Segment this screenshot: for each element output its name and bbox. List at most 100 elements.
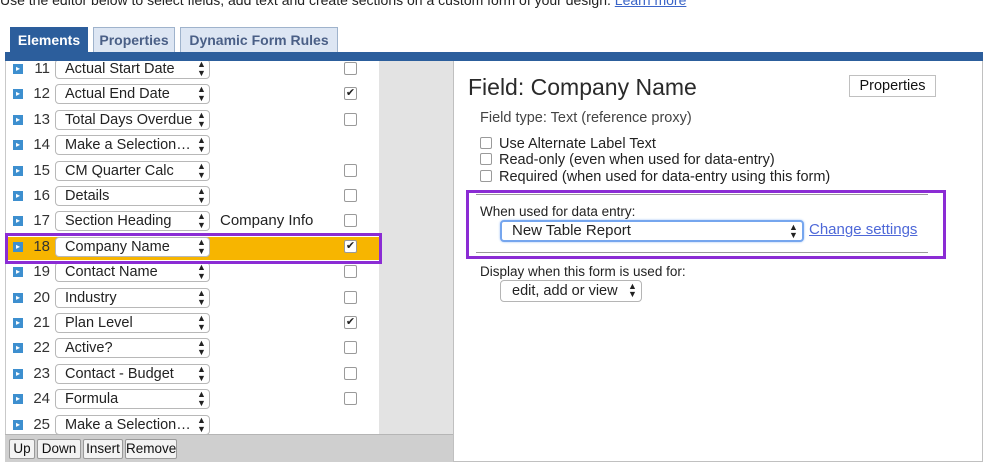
row-checkbox[interactable] <box>344 214 357 228</box>
element-row[interactable]: ▸ 14 Make a Selection… ▲ ▼ <box>6 134 379 159</box>
required-checkbox[interactable] <box>480 170 492 182</box>
display-mode-select[interactable]: edit, add or view ▲ ▼ <box>500 280 642 302</box>
element-row[interactable]: ▸ 22 Active? ▲ ▼ <box>6 337 379 362</box>
field-select[interactable]: Company Name ▲ ▼ <box>55 236 210 257</box>
row-checkbox[interactable] <box>344 163 357 177</box>
option-alternate-label[interactable]: Use Alternate Label Text <box>480 136 656 152</box>
field-select[interactable]: Formula ▲ ▼ <box>55 389 210 410</box>
expand-arrow-icon[interactable]: ▸ <box>13 191 23 201</box>
row-checkbox[interactable] <box>344 290 357 304</box>
expand-arrow-icon[interactable]: ▸ <box>13 241 23 252</box>
row-checkbox[interactable]: ✔ <box>344 87 357 101</box>
select-arrows-icon: ▲ ▼ <box>789 222 798 240</box>
field-select[interactable]: Plan Level ▲ ▼ <box>55 313 210 333</box>
insert-button[interactable]: Insert <box>83 439 123 459</box>
row-checkbox[interactable]: ✔ <box>344 316 357 329</box>
option-read-only[interactable]: Read-only (even when used for data-entry… <box>480 152 775 168</box>
select-arrows-icon: ▲ ▼ <box>197 135 206 155</box>
field-select-value: Formula <box>65 391 119 408</box>
row-number: 25 <box>33 415 50 433</box>
tab-dynamic-form-rules[interactable]: Dynamic Form Rules <box>180 27 338 53</box>
expand-arrow-icon[interactable]: ▸ <box>13 165 23 176</box>
field-select-value: CM Quarter Calc <box>65 162 174 179</box>
field-select[interactable]: Make a Selection… ▲ ▼ <box>55 414 210 434</box>
expand-arrow-icon[interactable]: ▸ <box>13 318 23 328</box>
row-checkbox[interactable] <box>344 392 357 406</box>
element-row[interactable]: ▸ 19 Contact Name ▲ ▼ <box>6 261 379 286</box>
expand-arrow-icon[interactable]: ▸ <box>13 292 23 303</box>
field-select[interactable]: Industry ▲ ▼ <box>55 287 210 308</box>
option-label: Use Alternate Label Text <box>499 136 656 152</box>
field-select-value: Contact - Budget <box>65 365 174 382</box>
properties-button[interactable]: Properties <box>849 75 936 97</box>
expand-arrow-icon[interactable]: ▸ <box>13 140 23 151</box>
list-toolbar: Up Down Insert Remove <box>5 434 453 462</box>
read-only-checkbox[interactable] <box>480 153 492 165</box>
element-row[interactable]: ▸ 20 Industry ▲ ▼ <box>6 287 379 312</box>
expand-arrow-icon[interactable]: ▸ <box>13 216 23 227</box>
option-required[interactable]: Required (when used for data-entry using… <box>480 169 830 185</box>
field-select-value: Details <box>65 188 110 204</box>
element-row[interactable]: ▸ 11 Actual Start Date ▲ ▼ <box>6 61 379 83</box>
expand-arrow-icon[interactable]: ▸ <box>13 267 23 278</box>
expand-arrow-icon[interactable]: ▸ <box>13 343 23 354</box>
expand-arrow-icon[interactable]: ▸ <box>13 368 23 379</box>
row-checkbox[interactable] <box>344 341 357 355</box>
field-select[interactable]: Active? ▲ ▼ <box>55 338 210 359</box>
row-checkbox[interactable] <box>344 112 357 126</box>
select-arrows-icon: ▲ ▼ <box>197 211 206 231</box>
row-checkbox[interactable] <box>344 62 357 75</box>
field-select[interactable]: Contact - Budget ▲ ▼ <box>55 363 210 384</box>
expand-arrow-icon[interactable]: ▸ <box>13 419 23 430</box>
row-checkbox[interactable]: ✔ <box>344 239 357 253</box>
field-select[interactable]: CM Quarter Calc ▲ ▼ <box>55 160 210 181</box>
select-arrows-icon: ▲ ▼ <box>197 186 206 205</box>
element-row[interactable]: ▸ 13 Total Days Overdue ▲ ▼ <box>6 109 379 134</box>
selected-element-row[interactable]: ▸ 18 Company Name ▲ ▼ ✔ <box>6 236 379 261</box>
tab-elements[interactable]: Elements <box>10 27 88 54</box>
select-arrows-icon: ▲ ▼ <box>197 109 206 129</box>
element-row[interactable]: ▸ 24 Formula ▲ ▼ <box>6 388 379 413</box>
up-button[interactable]: Up <box>9 439 35 459</box>
tab-bar-divider <box>5 52 983 61</box>
learn-more-link[interactable]: Learn more <box>615 0 687 8</box>
change-settings-link[interactable]: Change settings <box>809 221 917 239</box>
tab-properties[interactable]: Properties <box>93 27 175 53</box>
row-checkbox[interactable] <box>344 366 357 380</box>
row-checkbox[interactable] <box>344 189 357 202</box>
element-row[interactable]: ▸ 16 Details ▲ ▼ <box>6 185 379 210</box>
field-select[interactable]: Actual End Date ▲ ▼ <box>55 84 210 105</box>
expand-arrow-icon[interactable]: ▸ <box>13 89 23 100</box>
list-empty-area <box>379 61 453 434</box>
field-select-value: Industry <box>65 289 117 306</box>
field-title: Field: Company Name <box>468 74 697 100</box>
field-select-value: Actual End Date <box>65 86 170 103</box>
field-select[interactable]: Section Heading ▲ ▼ <box>55 211 210 232</box>
field-select[interactable]: Make a Selection… ▲ ▼ <box>55 135 210 156</box>
field-select[interactable]: Details ▲ ▼ <box>55 186 210 206</box>
data-entry-report-select[interactable]: New Table Report ▲ ▼ <box>500 220 804 242</box>
row-number: 22 <box>33 339 50 357</box>
row-number: 13 <box>33 110 50 128</box>
row-number: 19 <box>33 263 50 281</box>
row-checkbox[interactable] <box>344 265 357 279</box>
expand-arrow-icon[interactable]: ▸ <box>13 64 23 74</box>
divider <box>476 194 928 195</box>
alternate-label-checkbox[interactable] <box>480 137 492 149</box>
field-select[interactable]: Contact Name ▲ ▼ <box>55 262 210 283</box>
element-row[interactable]: ▸ 17 Section Heading ▲ ▼ Company Info <box>6 210 379 235</box>
element-row[interactable]: ▸ 25 Make a Selection… ▲ ▼ <box>6 414 379 434</box>
expand-arrow-icon[interactable]: ▸ <box>13 394 23 405</box>
element-row[interactable]: ▸ 23 Contact - Budget ▲ ▼ <box>6 363 379 388</box>
element-row[interactable]: ▸ 21 Plan Level ▲ ▼ ✔ <box>6 312 379 337</box>
expand-arrow-icon[interactable]: ▸ <box>13 114 23 125</box>
element-row[interactable]: ▸ 15 CM Quarter Calc ▲ ▼ <box>6 160 379 185</box>
down-button[interactable]: Down <box>37 439 81 459</box>
field-select[interactable]: Total Days Overdue ▲ ▼ <box>55 109 210 130</box>
element-row[interactable]: ▸ 12 Actual End Date ▲ ▼ ✔ <box>6 83 379 108</box>
row-number: 15 <box>33 161 50 179</box>
remove-button[interactable]: Remove <box>125 439 177 459</box>
field-select-value: Plan Level <box>65 315 133 331</box>
field-select[interactable]: Actual Start Date ▲ ▼ <box>55 61 210 79</box>
row-number: 17 <box>33 212 50 230</box>
